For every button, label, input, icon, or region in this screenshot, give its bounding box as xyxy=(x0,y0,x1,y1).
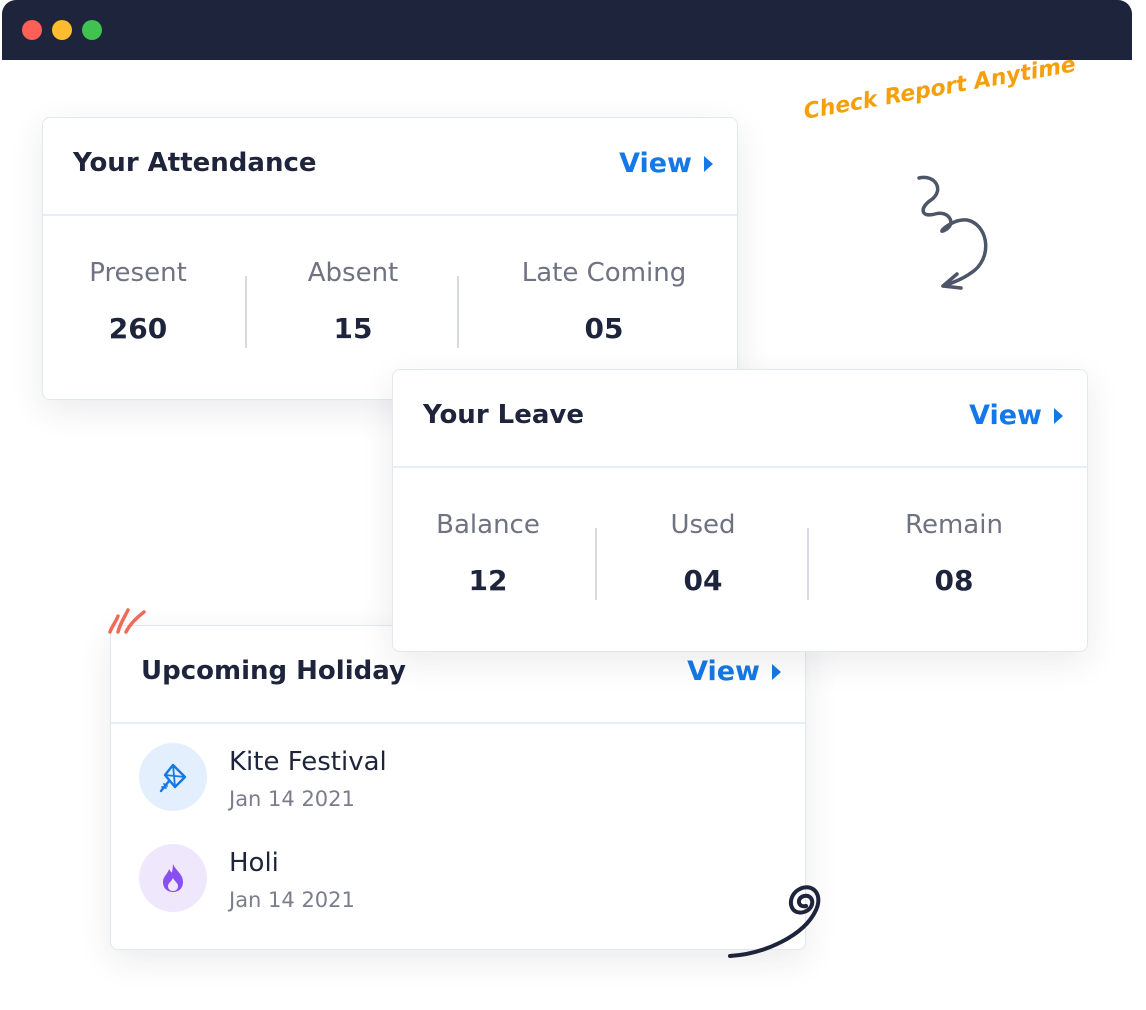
attendance-title: Your Attendance xyxy=(73,148,317,178)
minimize-window-button[interactable] xyxy=(52,20,72,40)
stat-label: Used xyxy=(670,510,736,540)
kite-icon xyxy=(139,743,207,811)
leave-stat-balance: Balance 12 xyxy=(423,510,553,597)
leave-stat-used: Used 04 xyxy=(638,510,768,597)
stat-value: 05 xyxy=(584,312,624,345)
stat-label: Late Coming xyxy=(521,258,687,288)
holiday-title: Upcoming Holiday xyxy=(141,656,406,686)
attendance-stat-present: Present 260 xyxy=(73,258,203,345)
attendance-card-header: Your Attendance View xyxy=(43,118,737,216)
curly-arrow-icon xyxy=(917,175,988,290)
holiday-view-link[interactable]: View xyxy=(687,656,781,687)
stat-value: 04 xyxy=(683,564,723,597)
stat-divider xyxy=(457,276,459,348)
stat-value: 15 xyxy=(333,312,373,345)
view-link-label: View xyxy=(969,400,1042,431)
caret-right-icon xyxy=(1054,407,1063,424)
maximize-window-button[interactable] xyxy=(82,20,102,40)
swirl-accent-icon xyxy=(728,885,821,958)
window-titlebar xyxy=(2,0,1132,60)
holiday-date: Jan 14 2021 xyxy=(229,787,355,811)
stat-label: Balance xyxy=(436,510,540,540)
attendance-card: Your Attendance View Present 260 Absent … xyxy=(42,117,738,400)
view-link-label: View xyxy=(687,656,760,687)
holiday-date: Jan 14 2021 xyxy=(229,888,355,912)
leave-card: Your Leave View Balance 12 Used 04 Remai… xyxy=(392,369,1088,652)
caret-right-icon xyxy=(772,663,781,680)
caret-right-icon xyxy=(704,155,713,172)
attendance-stat-absent: Absent 15 xyxy=(288,258,418,345)
leave-view-link[interactable]: View xyxy=(969,400,1063,431)
sparkle-accent-icon xyxy=(108,608,146,634)
leave-title: Your Leave xyxy=(423,400,585,430)
stat-value: 12 xyxy=(468,564,508,597)
stat-label: Remain xyxy=(905,510,1003,540)
leave-card-header: Your Leave View xyxy=(393,370,1087,468)
leave-stat-remain: Remain 08 xyxy=(849,510,1059,597)
stat-label: Present xyxy=(89,258,187,288)
holiday-name: Holi xyxy=(229,848,279,878)
fire-icon xyxy=(139,844,207,912)
stat-value: 08 xyxy=(934,564,974,597)
view-link-label: View xyxy=(619,148,692,179)
stat-divider xyxy=(807,528,809,600)
stat-label: Absent xyxy=(307,258,399,288)
attendance-stat-late-coming: Late Coming 05 xyxy=(499,258,709,345)
holiday-card: Upcoming Holiday View Kite Festival Jan … xyxy=(110,625,806,950)
holiday-name: Kite Festival xyxy=(229,747,387,777)
stat-divider xyxy=(245,276,247,348)
stat-divider xyxy=(595,528,597,600)
stat-value: 260 xyxy=(108,312,168,345)
attendance-view-link[interactable]: View xyxy=(619,148,713,179)
close-window-button[interactable] xyxy=(22,20,42,40)
